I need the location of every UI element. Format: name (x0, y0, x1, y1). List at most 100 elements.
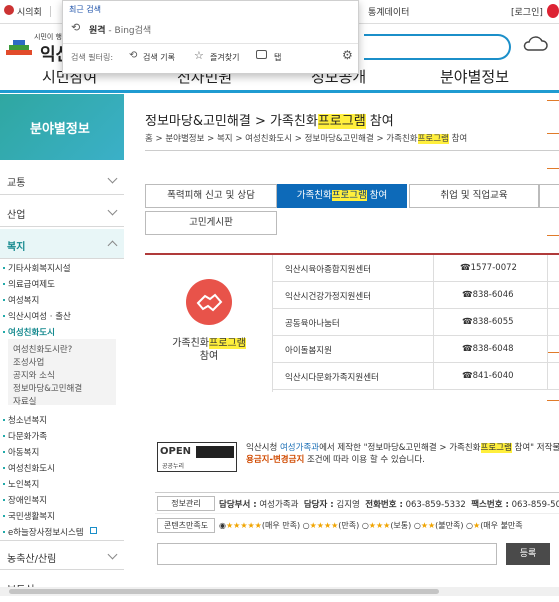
gnb-field-info[interactable]: 분야별정보 (440, 66, 509, 87)
gnb-underline (0, 90, 559, 93)
org-name[interactable]: 공동육아나눔터 (285, 317, 340, 329)
handshake-icon (186, 279, 232, 325)
link-login[interactable]: [로그인] (511, 5, 543, 18)
city-logo-icon[interactable] (6, 38, 32, 56)
rating-radio-very-satisfied[interactable]: ◉ (219, 521, 226, 530)
sidebar-item-label: 농축산/산림 (7, 554, 57, 565)
settings-gear-icon[interactable]: ⚙ (342, 48, 353, 62)
table-column-divider (547, 255, 548, 390)
sidebar-subsub-item[interactable]: 자료실 (13, 395, 36, 407)
history-icon: ⟲ (71, 21, 81, 34)
tab-employment[interactable]: 취업 및 직업교육 (409, 184, 539, 208)
recent-search-title: 최근 검색 (69, 5, 101, 14)
external-link-icon (90, 527, 97, 534)
sidebar-item-industry[interactable]: 산업 (0, 197, 124, 227)
sidebar-sub-item[interactable]: 노인복지 (2, 478, 39, 490)
five-star-icon: ★★★★★ (225, 521, 262, 530)
manager-row: 정보관리 담당부서 : 여성가족과 담당자 : 김지영 전화번호 : 063-8… (155, 492, 559, 514)
chevron-down-icon (107, 205, 118, 216)
sidebar-item-label: 산업 (7, 210, 26, 221)
sidebar-sub-item[interactable]: 청소년복지 (2, 414, 47, 426)
page-title-suffix: 참여 (365, 114, 394, 129)
sidebar-subsub-item[interactable]: 공지와 소식 (13, 369, 55, 381)
comment-input[interactable] (157, 543, 497, 565)
sidebar-sub-item[interactable]: 여성복지 (2, 294, 39, 306)
sidebar-sub-item[interactable]: 아동복지 (2, 446, 39, 458)
page-title-text: 정보마당&고민해결 > 가족친화 (145, 114, 318, 129)
tab-violence-report[interactable]: 폭력피해 신고 및 상담 (145, 184, 277, 208)
org-tel: ☎838-6055 (462, 317, 514, 327)
license-text-terms: 용금지-변경금지 (246, 455, 305, 465)
rating-radio-normal[interactable]: ○ (362, 521, 369, 530)
sidebar-item-agriculture[interactable]: 농축산/산림 (0, 540, 124, 570)
chevron-down-icon (107, 173, 118, 184)
tab-partial[interactable] (539, 184, 559, 208)
star-icon: ☆ (194, 49, 204, 62)
breadcrumb-current: 참여 (448, 134, 468, 144)
tab-label-suffix: 참여 (369, 190, 388, 201)
horizontal-scrollbar[interactable] (0, 587, 559, 596)
sidebar-sub-item[interactable]: 익산시여성 · 출산 (3, 310, 71, 322)
rating-option-label: (매우 만족) (261, 521, 301, 530)
sidebar-sub-item[interactable]: 다문화가족 (2, 430, 47, 442)
page-title: 정보마당&고민해결 > 가족친화프로그램 참여 (145, 110, 394, 129)
sidebar-sub-item[interactable]: 기타사회복지시설 (3, 262, 71, 274)
rating-radio-very-dissatisfied[interactable]: ○ (466, 521, 473, 530)
recent-search-item[interactable]: 원격 - Bing검색 (89, 23, 151, 36)
breadcrumb-highlight: 프로그램 (417, 134, 449, 144)
sidebar-sub-item[interactable]: 장애인복지 (2, 494, 47, 506)
tabs-icon (256, 50, 267, 59)
sidebar-sub-item[interactable]: 국민생활복지 (3, 510, 55, 522)
filter-favorites[interactable]: 즐겨찾기 (210, 52, 239, 63)
manager-label: 정보관리 (157, 496, 215, 511)
manager-info: 담당부서 : 여성가족과 담당자 : 김지영 전화번호 : 063-859-53… (219, 498, 559, 510)
sidebar-sub-item-active[interactable]: 여성친화도시 (3, 326, 55, 338)
rating-option-label: (만족) (338, 521, 360, 530)
sidebar-subsub-item[interactable]: 정보마당&고민해결 (13, 382, 82, 394)
rating-radio-dissatisfied[interactable]: ○ (414, 521, 421, 530)
cloud-icon[interactable] (522, 34, 548, 55)
sidebar-sub-item[interactable]: 의료급여제도 (3, 278, 55, 290)
sidebar-item-traffic[interactable]: 교통 (0, 165, 124, 195)
org-name[interactable]: 익산시다문화가족지원센터 (285, 371, 379, 383)
search-box[interactable] (364, 34, 511, 60)
profile-icon[interactable] (547, 4, 559, 18)
link-statistics[interactable]: 통계데이터 (368, 5, 409, 18)
sidebar-item-welfare[interactable]: 복지 (0, 229, 124, 259)
open-badge-text: OPEN (160, 446, 192, 457)
sidebar-subsub-item[interactable]: 조성사업 (13, 356, 44, 368)
rating-row: 콘텐츠만족도 ◉★★★★★(매우 만족) ○★★★★(만족) ○★★★(보통) … (155, 516, 559, 536)
tab-family-program[interactable]: 가족친화프로그램 참여 (277, 184, 407, 208)
council-icon (4, 5, 14, 15)
org-tel: ☎841-6040 (462, 371, 514, 381)
table-row: 아이돌봄지원 ☎838-6048 (273, 336, 559, 363)
rating-radio-satisfied[interactable]: ○ (303, 521, 310, 530)
filter-history[interactable]: 검색 기록 (143, 52, 175, 63)
license-text-c: 에서 제작한 "정보마당&고민해결 > 가족친화 (319, 443, 481, 453)
sidebar-subsub-item[interactable]: 여성친화도시란? (13, 343, 72, 355)
fax-label: 팩스번호 : (471, 500, 509, 510)
org-name[interactable]: 익산시육아종합지원센터 (285, 263, 371, 275)
person-value: 김지영 (336, 500, 360, 510)
org-name[interactable]: 익산시건강가정지원센터 (285, 290, 371, 302)
license-text-dept: 여성가족과 (279, 443, 320, 453)
rating-option-label: (불만족) (435, 521, 464, 530)
link-council[interactable]: 시의회 (17, 5, 42, 18)
tab-counsel-board[interactable]: 고민게시판 (145, 211, 277, 235)
fax-value: 063-859-5073 (511, 500, 559, 510)
breadcrumb-path[interactable]: 홈 > 분야별정보 > 복지 > 여성친화도시 > 정보마당&고민해결 > 가족… (145, 134, 418, 144)
program-category-name: 가족친화프로그램 참여 (145, 337, 273, 363)
three-star-icon: ★★★ (368, 521, 391, 530)
recent-search-term: 원격 (89, 26, 106, 36)
submit-rating-button[interactable]: 등록 (506, 543, 550, 565)
scrollbar-thumb[interactable] (9, 589, 439, 594)
table-row: 익산시육아종합지원센터 ☎1577-0072 (273, 255, 559, 282)
sidebar-sub-item[interactable]: e하늘장사정보시스템 (3, 526, 84, 538)
sidebar-sub-item[interactable]: 여성친화도시 (3, 462, 55, 474)
sidebar-title: 분야별정보 (30, 122, 90, 137)
program-name-text: 가족친화 (172, 338, 209, 349)
org-name[interactable]: 아이돌봄지원 (285, 344, 332, 356)
program-name-highlight: 프로그램 (209, 338, 246, 349)
license-condition-icons (196, 446, 234, 458)
filter-tabs[interactable]: 탭 (274, 52, 281, 63)
